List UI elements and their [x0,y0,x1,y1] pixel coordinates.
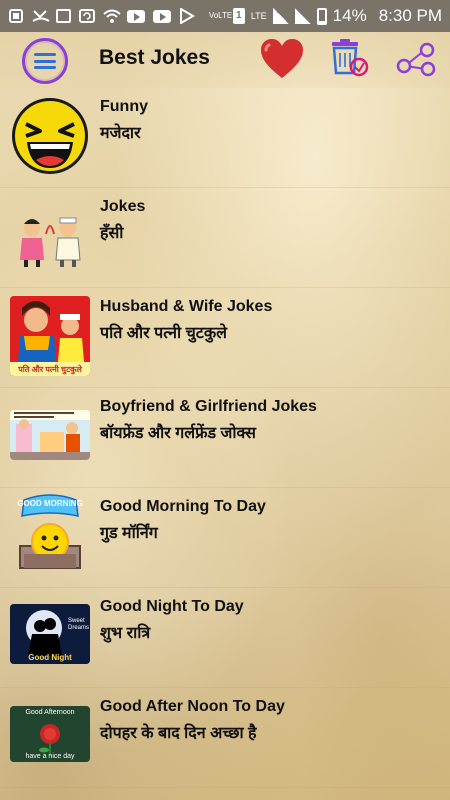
item-title: Boyfriend & Girlfriend Jokes [100,398,317,415]
clock: 8:30 PM [378,6,442,25]
list-item-husband-wife[interactable]: पति और पत्नी चुटकुले Husband & Wife Joke… [0,288,450,388]
list-item-good-night[interactable]: Sweet Dreams Good Night Good Night To Da… [0,588,450,688]
missed-call-icon [32,8,50,24]
item-title: Good Morning To Day [100,498,266,515]
item-subtitle: गुड मॉर्निंग [100,525,158,542]
page-title: Best Jokes [99,46,210,69]
basket-icon [332,39,369,77]
item-title: Husband & Wife Jokes [100,298,273,315]
battery-percent: 14% [332,6,367,25]
laughing-face-icon [10,94,90,178]
good-night-couple-icon: Sweet Dreams Good Night [10,604,90,664]
menu-button[interactable] [22,38,68,84]
battery-icon [316,7,327,25]
list-item-boyfriend-girlfriend[interactable]: Boyfriend & Girlfriend Jokes बॉयफ्रेंड औ… [0,388,450,488]
item-title: Good After Noon To Day [100,698,285,715]
list-item-good-afternoon[interactable]: Good Afternoon have a nice day Good Afte… [0,688,450,788]
share-icon [396,42,436,77]
notification-icon [8,8,24,24]
list-item-good-morning[interactable]: GOOD MORNING Good Morning To Day गुड मॉर… [0,488,450,588]
youtube-icon [127,9,145,23]
status-bar: VoLTE 1 LTE 14% 8:30 PM [0,0,450,32]
husband-wife-cartoon-icon: पति और पत्नी चुटकुले [10,296,90,376]
thumb-caption: GOOD MORNING [17,499,83,508]
volte-label: VoLTE [208,11,233,20]
screen: VoLTE 1 LTE 14% 8:30 PM Best Jokes Funny… [0,0,450,800]
boyfriend-girlfriend-cartoon-icon [10,410,90,460]
image-icon [56,9,71,23]
menu-icon [34,53,56,69]
list-item-funny[interactable]: Funny मजेदार [0,88,450,188]
wifi-icon [103,8,121,24]
item-subtitle: मजेदार [100,125,141,142]
signal-icon [272,8,289,24]
thumb-caption-2: have a nice day [25,753,75,760]
thumb-caption: Good Afternoon [25,709,75,716]
item-title: Jokes [100,198,146,215]
item-subtitle: बॉयफ्रेंड और गर्लफ्रेंड जोक्स [100,425,256,442]
app-bar: Best Jokes [0,32,450,88]
sim-indicator: 1 [232,8,245,24]
youtube-icon [153,9,171,23]
share-button[interactable] [395,42,437,78]
signal-icon [294,8,311,24]
item-title: Funny [100,98,148,115]
thumb-caption: पति और पत्नी चुटकुले [18,365,82,374]
item-subtitle: शुभ रात्रि [100,625,151,642]
category-list: Funny मजेदार Jokes हँसी पति और पत्नी चुट… [0,88,450,788]
thumb-caption-2: Sweet Dreams [68,618,90,631]
item-subtitle: पति और पत्नी चुटकुले [100,325,227,342]
item-subtitle: हँसी [100,225,124,242]
favorites-button[interactable] [258,35,306,83]
cartoon-couple-icon [10,214,90,268]
item-title: Good Night To Day [100,598,244,615]
play-store-icon [179,7,195,25]
network-type: LTE [250,10,267,21]
sync-icon [79,8,95,24]
basket-button[interactable] [328,37,370,79]
item-subtitle: दोपहर के बाद दिन अच्छा है [100,725,257,742]
heart-icon [261,39,303,78]
good-morning-smiley-icon: GOOD MORNING [10,494,90,578]
good-afternoon-rose-icon: Good Afternoon have a nice day [10,706,90,762]
list-item-jokes[interactable]: Jokes हँसी [0,188,450,288]
thumb-caption: Good Night [28,653,72,662]
